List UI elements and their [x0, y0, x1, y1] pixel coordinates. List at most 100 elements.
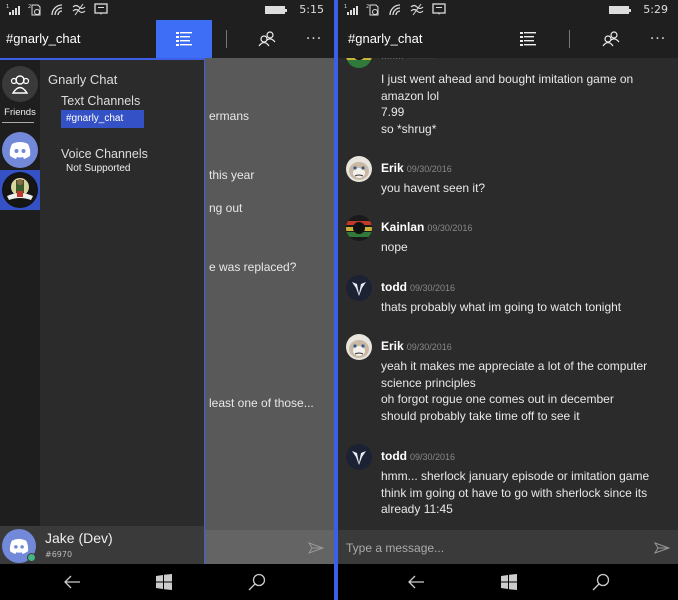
data-sense-icon	[72, 3, 86, 16]
server-gnarly-chat[interactable]	[0, 170, 40, 210]
search-button[interactable]	[232, 564, 282, 600]
message-body: yeah it makes me appreciate a lot of the…	[381, 359, 648, 423]
appbar-separator	[226, 30, 227, 48]
message-icon	[432, 3, 446, 15]
server-name: Gnarly Chat	[48, 72, 118, 87]
dimmed-chat-area[interactable]: ermans this year ng out e was replaced? …	[205, 58, 334, 564]
back-button[interactable]	[47, 564, 97, 600]
channels-button[interactable]	[156, 20, 212, 58]
dimmed-message-fragment: ng out	[209, 201, 243, 215]
wifi-icon	[389, 4, 401, 16]
sim2-icon: 2	[366, 4, 379, 16]
online-status-indicator	[27, 553, 36, 562]
dimmed-message-fragment: e was replaced?	[209, 260, 297, 274]
message-timestamp: 09/30/2016	[406, 164, 452, 174]
user-discriminator: #6970	[45, 550, 73, 559]
message-input[interactable]	[346, 538, 636, 558]
message-author[interactable]: Erik 09/30/2016	[381, 339, 452, 353]
status-bar: 1 2 5:15	[0, 0, 334, 20]
search-button[interactable]	[576, 564, 626, 600]
windows-start-icon	[501, 574, 517, 590]
windows-start-icon	[156, 574, 172, 590]
channels-list-icon	[520, 32, 536, 46]
more-icon: ···	[305, 31, 323, 47]
more-button[interactable]: ···	[634, 20, 678, 58]
message-body: thats probably what im going to watch to…	[381, 300, 622, 314]
wifi-icon	[51, 4, 63, 16]
channel-item-gnarly-chat[interactable]: #gnarly_chat	[61, 110, 144, 128]
dimmed-message-input	[205, 530, 334, 564]
data-sense-icon	[410, 3, 424, 16]
start-button[interactable]	[139, 564, 189, 600]
server-discord-default[interactable]	[0, 130, 40, 170]
right-screen: 1 2 5:29 #gnarly_chat ··· ········ ·····…	[338, 0, 678, 600]
message-timestamp: 09/30/2016	[410, 283, 456, 293]
user-avatar-todd	[346, 275, 372, 301]
search-icon	[248, 573, 266, 591]
dimmed-message-fragment: this year	[209, 168, 255, 182]
message-author[interactable]: Erik 09/30/2016	[381, 161, 452, 175]
voice-not-supported-label: Not Supported	[66, 163, 131, 174]
friends-label: Friends	[4, 107, 36, 118]
signal-icon: 1	[344, 4, 358, 15]
more-button[interactable]: ···	[290, 20, 334, 58]
channels-button[interactable]	[504, 20, 552, 58]
message-header-cut: ········ ··········	[381, 58, 436, 64]
message-author[interactable]: todd 09/30/2016	[381, 280, 455, 294]
text-channels-header: Text Channels	[61, 94, 141, 108]
members-icon	[602, 31, 620, 47]
message-author[interactable]: todd 09/30/2016	[381, 449, 455, 463]
appbar-separator	[569, 30, 570, 48]
message-timestamp: 09/30/2016	[406, 342, 452, 352]
message-timestamp: 09/30/2016	[427, 223, 473, 233]
battery-icon	[609, 5, 632, 14]
server-rail: Friends	[0, 60, 40, 526]
dimmed-message-fragment: least one of those...	[209, 396, 314, 410]
svg-text:2: 2	[366, 4, 369, 10]
status-bar: 1 2 5:29	[338, 0, 678, 20]
username: Jake (Dev)	[45, 530, 113, 546]
message-body: you havent seen it?	[381, 181, 486, 195]
message-composer	[338, 530, 678, 565]
message-author[interactable]: Kainlan 09/30/2016	[381, 220, 472, 234]
send-button[interactable]	[306, 538, 326, 558]
system-nav-bar	[0, 564, 334, 600]
channel-title: #gnarly_chat	[6, 31, 81, 46]
back-icon	[408, 575, 424, 589]
members-button[interactable]	[243, 20, 291, 58]
signal-icon: 1	[6, 4, 20, 15]
clock: 5:29	[643, 3, 668, 16]
left-screen: 1 2 5:15 #gnarly_chat ··· ermans this ye…	[0, 0, 334, 600]
send-button[interactable]	[652, 538, 672, 558]
message-timestamp: 09/30/2016	[410, 452, 456, 462]
start-button[interactable]	[484, 564, 534, 600]
svg-text:1: 1	[344, 4, 347, 10]
user-avatar-kainlan	[346, 58, 372, 68]
members-button[interactable]	[587, 20, 635, 58]
friends-button[interactable]: Friends	[0, 64, 40, 120]
user-avatar-erik	[346, 334, 372, 360]
back-icon	[64, 575, 80, 589]
app-bar: #gnarly_chat ···	[338, 20, 678, 58]
user-avatar-todd	[346, 444, 372, 470]
system-nav-bar	[338, 564, 678, 600]
sim2-icon: 2	[28, 4, 41, 16]
search-icon	[592, 573, 610, 591]
message-list[interactable]: ········ ·········· I just went ahead an…	[338, 58, 678, 530]
discord-logo-icon	[9, 142, 31, 159]
message-body: I just went ahead and bought imitation g…	[381, 72, 634, 136]
svg-text:2: 2	[28, 4, 31, 10]
battery-icon	[265, 5, 288, 14]
message-icon	[94, 3, 108, 15]
dimmed-message-fragment: ermans	[209, 109, 250, 123]
send-icon	[654, 542, 670, 554]
discord-logo-icon	[9, 538, 29, 554]
back-button[interactable]	[391, 564, 441, 600]
user-panel[interactable]: Jake (Dev) #6970	[0, 526, 204, 566]
members-icon	[258, 31, 276, 47]
clock: 5:15	[299, 3, 324, 16]
message-body: hmm... sherlock january episode or imita…	[381, 469, 650, 516]
message-body: nope	[381, 240, 408, 254]
channel-title: #gnarly_chat	[348, 31, 423, 46]
app-bar: #gnarly_chat ···	[0, 20, 334, 58]
